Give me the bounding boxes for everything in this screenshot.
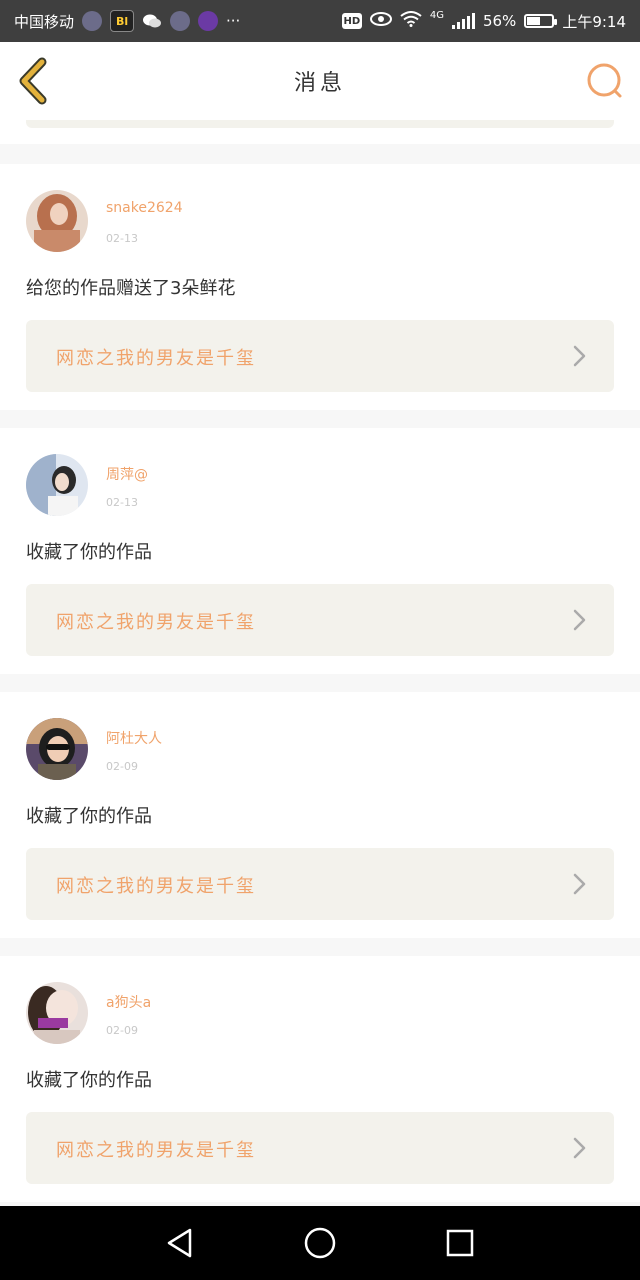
more-icon: ···: [226, 12, 241, 30]
nav-recent-icon: [446, 1229, 474, 1257]
status-bar: 中国移动 Bl ··· HD 4G 56% 上午9:14: [0, 0, 640, 42]
message-date: 02-09: [106, 1024, 138, 1037]
work-title: 网恋之我的男友是千玺: [56, 876, 256, 897]
back-chevron-icon: [19, 57, 47, 105]
message-card: snake2624 02-13 给您的作品赠送了3朵鲜花 网恋之我的男友是千玺: [0, 164, 640, 410]
message-text: 收藏了你的作品: [26, 1070, 152, 1091]
avatar[interactable]: [26, 190, 88, 252]
back-button[interactable]: [14, 56, 58, 106]
nav-back-icon: [167, 1228, 192, 1258]
status-left: 中国移动 Bl ···: [14, 10, 240, 32]
nav-home-icon: [304, 1227, 336, 1259]
message-list: snake2624 02-13 给您的作品赠送了3朵鲜花 网恋之我的男友是千玺 …: [0, 164, 640, 1220]
chevron-right-icon: [573, 1137, 586, 1159]
purple-app-icon: [198, 11, 219, 31]
status-time: 上午9:14: [562, 12, 626, 31]
nav-home-button[interactable]: [300, 1223, 340, 1263]
username[interactable]: snake2624: [106, 200, 183, 216]
message-card: 周萍@ 02-13 收藏了你的作品 网恋之我的男友是千玺: [0, 428, 640, 674]
nav-recent-button[interactable]: [440, 1223, 480, 1263]
eye-icon: [369, 12, 392, 30]
wifi-icon: [400, 11, 422, 31]
status-right: HD 4G 56% 上午9:14: [341, 9, 626, 32]
previous-work-link[interactable]: [26, 120, 614, 128]
chevron-right-icon: [573, 873, 586, 895]
work-title: 网恋之我的男友是千玺: [56, 612, 256, 633]
search-button[interactable]: [584, 60, 626, 102]
page-title: 消息: [293, 71, 346, 96]
message-date: 02-13: [106, 496, 138, 509]
message-text: 收藏了你的作品: [26, 806, 152, 827]
hd-icon: HD: [341, 13, 362, 29]
app-icon: [82, 11, 103, 31]
work-link[interactable]: 网恋之我的男友是千玺: [26, 848, 614, 920]
message-card: a狗头a 02-09 收藏了你的作品 网恋之我的男友是千玺: [0, 956, 640, 1202]
avatar[interactable]: [26, 454, 88, 516]
app-header: 消息: [0, 42, 640, 121]
wechat-icon: [142, 11, 162, 31]
message-text: 收藏了你的作品: [26, 542, 152, 563]
work-link[interactable]: 网恋之我的男友是千玺: [26, 320, 614, 392]
system-nav-bar: [0, 1206, 640, 1280]
message-card: 阿杜大人 02-09 收藏了你的作品 网恋之我的男友是千玺: [0, 692, 640, 938]
network-type: 4G: [429, 9, 444, 21]
app-icon: [170, 11, 191, 31]
work-title: 网恋之我的男友是千玺: [56, 1140, 256, 1161]
message-date: 02-13: [106, 232, 138, 245]
message-text: 给您的作品赠送了3朵鲜花: [26, 278, 236, 299]
avatar[interactable]: [26, 982, 88, 1044]
username[interactable]: 周萍@: [106, 464, 148, 484]
b-app-icon: Bl: [110, 10, 135, 32]
nav-back-button[interactable]: [160, 1223, 200, 1263]
battery-icon: [524, 14, 558, 28]
message-date: 02-09: [106, 760, 138, 773]
chevron-right-icon: [573, 609, 586, 631]
work-title: 网恋之我的男友是千玺: [56, 348, 256, 369]
chevron-right-icon: [573, 345, 586, 367]
signal-icon: [451, 13, 475, 29]
username[interactable]: 阿杜大人: [106, 728, 162, 748]
carrier-label: 中国移动: [14, 12, 75, 31]
work-link[interactable]: 网恋之我的男友是千玺: [26, 1112, 614, 1184]
work-link[interactable]: 网恋之我的男友是千玺: [26, 584, 614, 656]
search-icon: [587, 63, 622, 98]
battery-percent: 56%: [482, 12, 517, 30]
username[interactable]: a狗头a: [106, 992, 151, 1012]
previous-card-remnant: [0, 120, 640, 144]
avatar[interactable]: [26, 718, 88, 780]
